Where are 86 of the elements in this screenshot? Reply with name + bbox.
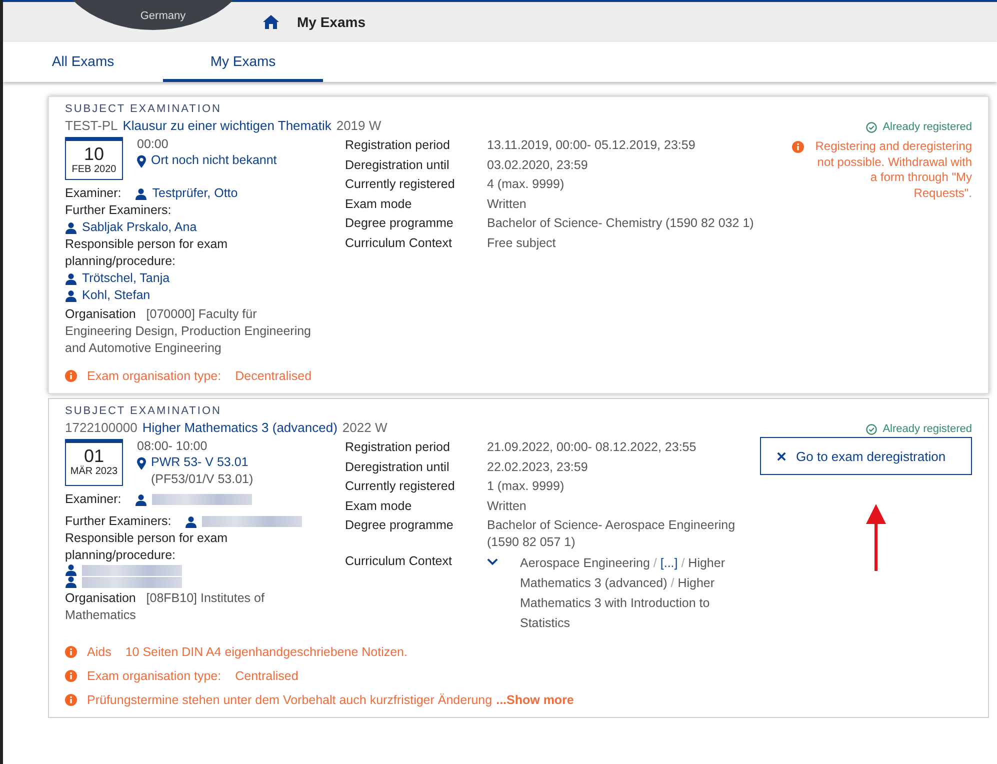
registration-status: Already registered (866, 121, 972, 133)
person-icon (65, 222, 77, 234)
exam-code: TEST-PL (65, 118, 118, 133)
registration-status: Already registered (866, 423, 972, 435)
detail-value: 03.02.2020, 23:59 (487, 156, 589, 173)
detail-label: Curriculum Context (345, 553, 453, 570)
info-icon (65, 370, 77, 382)
detail-label: Currently registered (345, 176, 456, 192)
detail-value: Free subject (487, 234, 557, 251)
person-icon (135, 188, 148, 200)
person-icon (185, 516, 198, 528)
exam-term: 2022 W (342, 420, 388, 435)
field-label: Responsible person for exam planning/procedure: (65, 236, 229, 270)
person-link[interactable]: Testprüfer, Otto (135, 185, 238, 202)
detail-label: Exam mode (345, 196, 413, 212)
detail-label: Degree programme (345, 517, 454, 534)
info-icon (792, 141, 804, 153)
detail-value: Written (487, 498, 528, 514)
curriculum-path: Aerospace Engineering / [...] / Higher Mathematics 3 (advanced) / Higher Mathematics 3 with Introduction to Statistics (520, 555, 726, 632)
notice-value: Decentralised (235, 369, 312, 383)
deregistration-button[interactable]: Go to exam deregistration (760, 437, 972, 475)
detail-value: Bachelor of Science- Chemistry (1590 82 032 1) (487, 215, 755, 232)
detail-label: Curriculum Context (345, 234, 453, 251)
exam-term: 2019 W (336, 118, 382, 133)
exam-location[interactable]: Ort noch nicht bekannt (151, 153, 277, 167)
detail-label: Registration period (345, 439, 451, 456)
location-pin-icon (137, 155, 146, 168)
location-pin-icon (137, 457, 146, 470)
field-label: Examiner: (65, 185, 122, 202)
detail-label: Degree programme (345, 215, 454, 232)
tab[interactable]: My Exams (163, 42, 323, 82)
exam-location[interactable]: PWR 53- V 53.01 (151, 455, 254, 469)
calendar-date: 10 FEB 2020 (65, 137, 123, 180)
exam-code: 1722100000 (65, 420, 138, 435)
exam-title-link[interactable]: Klausur zu einer wichtigen Thematik (122, 118, 332, 133)
info-icon (65, 694, 77, 706)
exam-time: 08:00- 10:00 (137, 439, 208, 453)
exam-time: 00:00 (137, 137, 170, 151)
detail-value: 21.09.2022, 00:00- 08.12.2022, 23:55 (487, 439, 698, 456)
person-link[interactable]: Kohl, Stefan (65, 287, 323, 304)
detail-value: 22.02.2023, 23:59 (487, 458, 589, 475)
person-icon (65, 290, 77, 302)
calendar-date: 01 MÄR 2023 (65, 439, 123, 486)
notice-label: Exam organisation type: (87, 369, 222, 383)
page-title: My Exams (297, 14, 366, 30)
chevron-down-icon[interactable] (487, 558, 498, 566)
person-icon (65, 564, 77, 576)
field-label: Examiner: (65, 491, 122, 508)
field-label: Further Examiners: (65, 202, 172, 219)
info-icon (65, 670, 77, 682)
check-circle-icon (866, 424, 877, 434)
detail-label: Registration period (345, 137, 451, 154)
detail-label: Currently registered (345, 478, 456, 494)
notice-label: Exam organisation type: (87, 669, 222, 683)
person-link[interactable]: Sabljak Prskalo, Ana (65, 219, 323, 236)
detail-value: 13.11.2019, 00:00- 05.12.2019, 23:59 (487, 137, 696, 154)
detail-label: Exam mode (345, 498, 413, 514)
organisation-text: Organisation [08FB10] Institutes of Mathematics (65, 590, 266, 624)
tab[interactable]: All Exams (3, 42, 163, 82)
person-link[interactable]: Trötschel, Tanja (65, 270, 323, 287)
person-icon (65, 576, 77, 588)
home-icon[interactable] (263, 15, 279, 29)
notice-label: Aids (87, 645, 112, 659)
warning-text: Registering and deregistering not possible. Withdrawal with a form through "My Requests". (814, 139, 972, 201)
detail-value: 4 (max. 9999) (487, 176, 566, 192)
notice-value: Centralised (235, 669, 298, 683)
field-label: Further Examiners: (65, 513, 172, 530)
exam-location: (PF53/01/V 53.01) (151, 472, 254, 486)
notice-value: 10 Seiten DIN A4 eigenhandgeschriebene Notizen. (125, 645, 408, 659)
exam-type-label: SUBJECT EXAMINATION (65, 405, 222, 417)
organisation-text: Organisation [070000] Faculty für Engineering Design, Production Engineering and Automotive Engineering (65, 306, 312, 357)
detail-label: Deregistration until (345, 156, 450, 173)
detail-value: Written (487, 196, 528, 212)
check-circle-icon (866, 122, 877, 132)
close-icon (777, 452, 786, 461)
detail-value: 1 (max. 9999) (487, 478, 566, 494)
person-icon (65, 272, 77, 284)
logo-text: Germany (140, 10, 186, 22)
person-icon (135, 494, 148, 506)
notice-text: Prüfungstermine stehen unter dem Vorbehalt auch kurzfristiger Änderung (87, 693, 492, 707)
detail-label: Deregistration until (345, 458, 450, 475)
exam-type-label: SUBJECT EXAMINATION (65, 103, 222, 115)
detail-value: Bachelor of Science- Aerospace Engineering (1590 82 057 1) (487, 517, 736, 550)
info-icon (65, 646, 77, 658)
field-label: Responsible person for exam planning/procedure: (65, 530, 229, 564)
exam-title-link[interactable]: Higher Mathematics 3 (advanced) (142, 420, 338, 435)
